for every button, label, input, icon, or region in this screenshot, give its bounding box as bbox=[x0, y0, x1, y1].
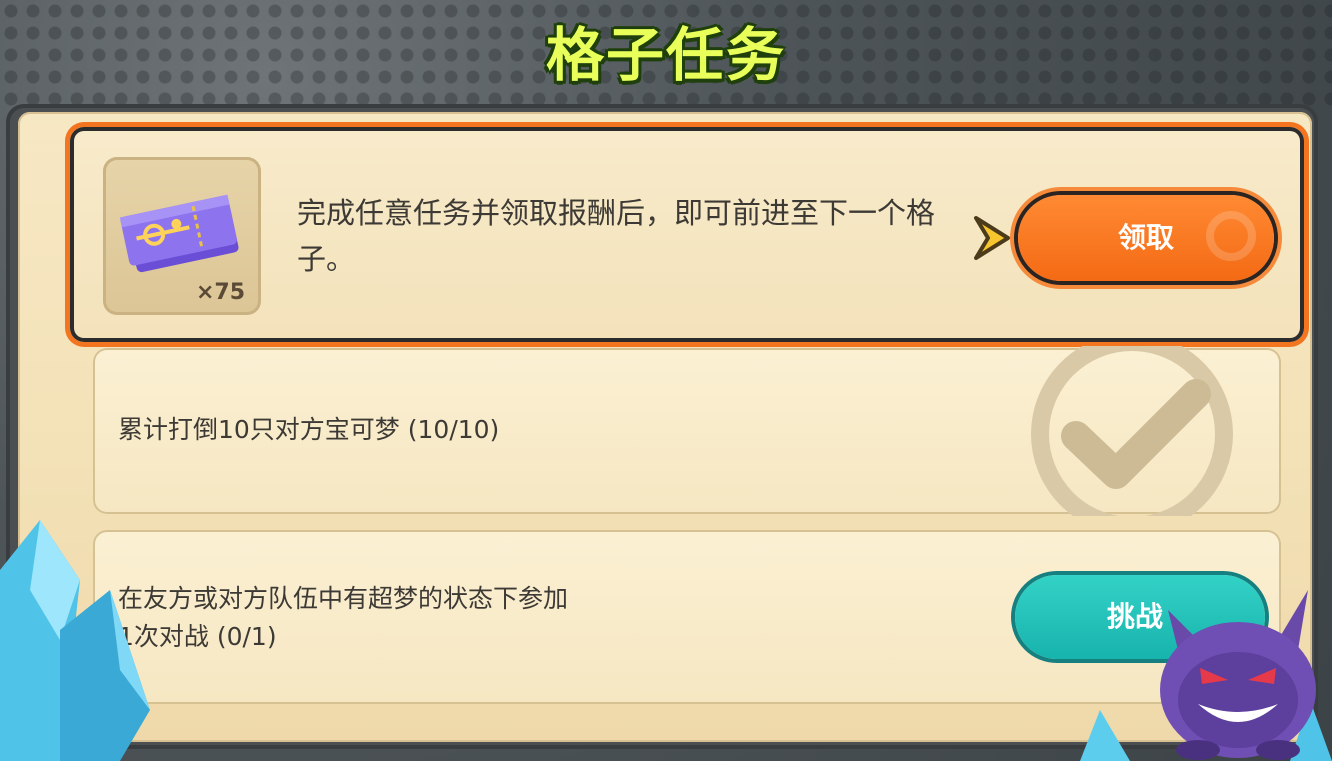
pokeball-watermark-icon bbox=[1206, 211, 1256, 261]
checkmark-icon bbox=[1031, 346, 1233, 516]
claim-button[interactable]: 领取 bbox=[1018, 195, 1274, 281]
task-description-mewtwo: 在友方或对方队伍中有超梦的状态下参加 1次对战 (0/1) bbox=[118, 580, 738, 656]
task-description-advance: 完成任意任务并领取报酬后，即可前进至下一个格子。 bbox=[297, 196, 936, 276]
task-description-line1: 在友方或对方队伍中有超梦的状态下参加 bbox=[118, 584, 569, 613]
page-title: 格子任务 bbox=[545, 21, 786, 89]
task-description-defeat: 累计打倒10只对方宝可梦 (10/10) bbox=[118, 415, 500, 444]
reward-count: ×75 bbox=[196, 280, 246, 305]
crystal-decoration bbox=[0, 520, 150, 761]
claim-button-label: 领取 bbox=[1117, 221, 1174, 254]
gengar-mascot bbox=[1160, 590, 1316, 760]
task-description-line2: 1次对战 (0/1) bbox=[118, 622, 277, 651]
